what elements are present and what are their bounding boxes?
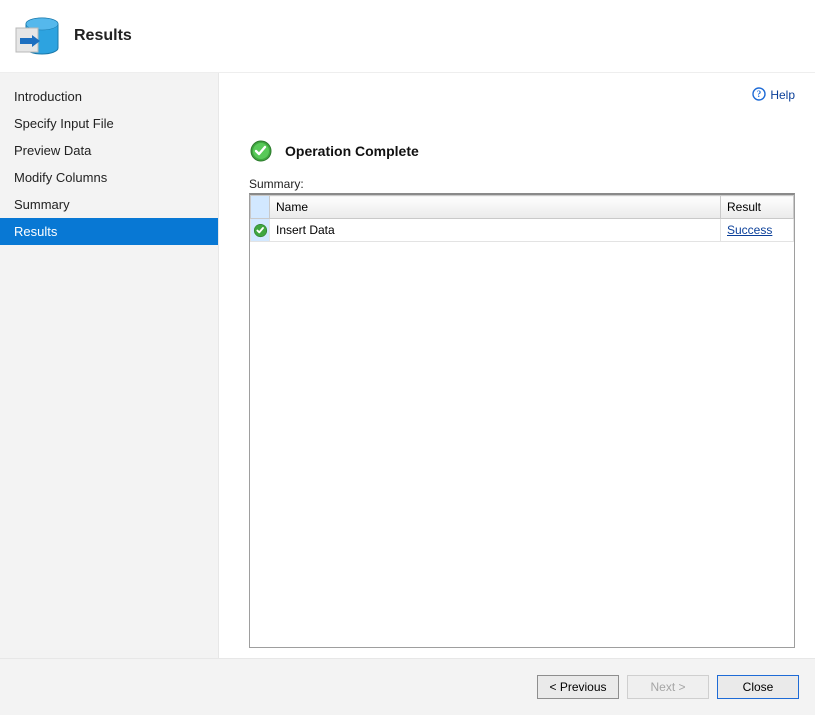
close-button[interactable]: Close [717, 675, 799, 699]
row-status-icon [251, 219, 270, 242]
table-row: Insert Data Success [251, 219, 794, 242]
row-result-cell: Success [721, 219, 794, 242]
sidebar-item-introduction[interactable]: Introduction [0, 83, 218, 110]
previous-button[interactable]: < Previous [537, 675, 619, 699]
page-title: Results [74, 27, 132, 45]
sidebar-item-preview-data[interactable]: Preview Data [0, 137, 218, 164]
help-link[interactable]: Help [770, 88, 795, 102]
operation-status-title: Operation Complete [285, 143, 419, 159]
summary-table-container: Name Result [249, 193, 795, 648]
wizard-header: Results [0, 0, 815, 72]
sidebar-item-modify-columns[interactable]: Modify Columns [0, 164, 218, 191]
table-header-result: Result [721, 196, 794, 219]
table-header-name: Name [270, 196, 721, 219]
row-name-cell: Insert Data [270, 219, 721, 242]
summary-table: Name Result [250, 195, 794, 242]
table-header-icon [251, 196, 270, 219]
help-icon[interactable]: ? [752, 87, 766, 104]
summary-label: Summary: [249, 177, 795, 191]
table-header-row: Name Result [251, 196, 794, 219]
sidebar-item-results[interactable]: Results [0, 218, 218, 245]
sidebar-item-summary[interactable]: Summary [0, 191, 218, 218]
database-import-icon [12, 10, 60, 58]
svg-text:?: ? [757, 89, 762, 99]
next-button: Next > [627, 675, 709, 699]
sidebar-item-specify-input-file[interactable]: Specify Input File [0, 110, 218, 137]
wizard-steps-sidebar: Introduction Specify Input File Preview … [0, 73, 219, 658]
result-link-success[interactable]: Success [727, 223, 772, 237]
success-check-icon [249, 139, 273, 163]
wizard-footer: < Previous Next > Close [0, 658, 815, 715]
